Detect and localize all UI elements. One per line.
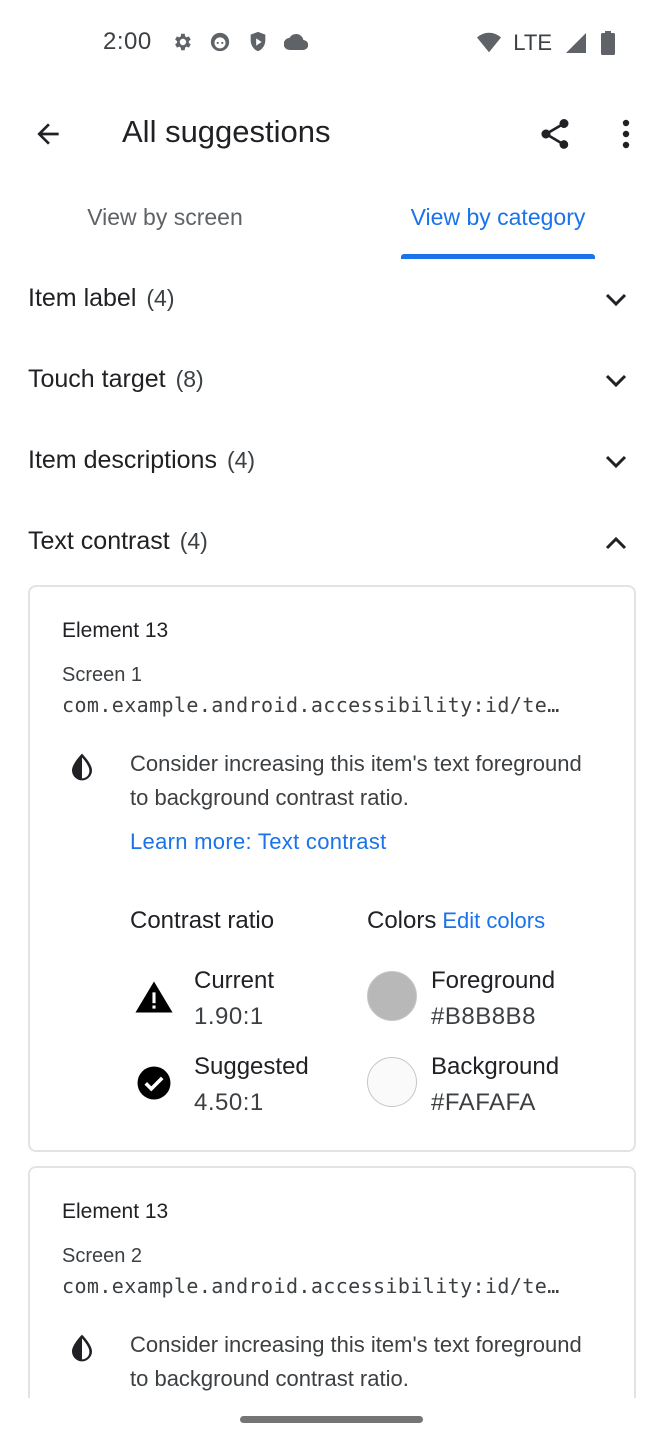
- status-bar: 2:00 LTE: [0, 0, 664, 88]
- arrow-back-icon: [37, 123, 59, 145]
- edit-colors-link[interactable]: Edit colors: [442, 908, 545, 933]
- app-bar: All suggestions: [0, 92, 664, 176]
- signal-icon: [564, 31, 588, 55]
- category-touch-target[interactable]: Touch target (8): [0, 341, 664, 421]
- card-message: Consider increasing this item's text for…: [130, 1332, 582, 1391]
- card-resource-id: com.example.android.accessibility:id/te…: [62, 1274, 560, 1298]
- status-time: 2:00: [103, 28, 152, 55]
- foreground-value: #B8B8B8: [431, 1003, 536, 1030]
- settings-icon: [170, 30, 194, 54]
- category-count: (4): [146, 285, 175, 311]
- learn-more-link[interactable]: Learn more: Text contrast: [130, 829, 387, 855]
- suggestion-card[interactable]: Element 13 Screen 2 com.example.android.…: [28, 1166, 636, 1426]
- category-text-contrast[interactable]: Text contrast (4): [0, 503, 664, 583]
- suggested-label: Suggested: [194, 1053, 309, 1080]
- overflow-menu-button[interactable]: [602, 110, 650, 158]
- network-type: LTE: [513, 30, 552, 55]
- battery-icon: [596, 31, 620, 55]
- share-icon: [541, 119, 569, 149]
- suggested-value: 4.50:1: [194, 1089, 264, 1116]
- suggestion-card[interactable]: Element 13 Screen 1 com.example.android.…: [28, 585, 636, 1152]
- cloud-icon: [284, 30, 308, 54]
- gesture-nav-handle[interactable]: [240, 1416, 423, 1423]
- category-label: Touch target (8): [28, 365, 204, 393]
- card-screen: Screen 1: [62, 664, 143, 686]
- contrast-icon: [72, 1334, 92, 1362]
- category-count: (4): [179, 528, 208, 554]
- more-vert-icon: [622, 119, 630, 149]
- category-count: (4): [226, 447, 256, 473]
- page-title: All suggestions: [122, 114, 331, 149]
- chevron-down-icon: [600, 446, 632, 478]
- contrast-icon: [72, 753, 92, 781]
- category-count: (8): [175, 366, 204, 392]
- tab-indicator: [401, 254, 595, 259]
- share-button[interactable]: [530, 110, 580, 158]
- card-title: Element 13: [62, 619, 169, 642]
- shield-icon: [246, 30, 270, 54]
- card-title: Element 13: [62, 1200, 169, 1223]
- wifi-icon: [477, 31, 502, 55]
- foreground-swatch: [367, 971, 417, 1021]
- status-icons-left: [170, 30, 308, 54]
- tab-bar: View by screen View by category: [0, 188, 664, 260]
- card-screen: Screen 2: [62, 1245, 143, 1267]
- current-value: 1.90:1: [194, 1003, 264, 1030]
- category-label: Item descriptions (4): [28, 446, 256, 474]
- category-item-label[interactable]: Item label (4): [0, 260, 664, 340]
- card-resource-id: com.example.android.accessibility:id/te…: [62, 693, 560, 717]
- current-label: Current: [194, 967, 275, 994]
- chevron-up-icon: [600, 527, 632, 559]
- chevron-down-icon: [600, 365, 632, 397]
- background-swatch: [367, 1057, 417, 1107]
- contrast-ratio-heading: Contrast ratio: [130, 907, 275, 934]
- warning-icon: [134, 977, 174, 1017]
- back-button[interactable]: [24, 110, 72, 158]
- colors-heading: Colors Edit colors: [367, 907, 546, 934]
- background-label: Background: [431, 1053, 560, 1080]
- status-icons-right: LTE: [477, 30, 620, 56]
- check-circle-icon: [134, 1063, 174, 1103]
- tab-view-by-screen[interactable]: View by screen: [40, 188, 290, 260]
- android-icon: [208, 30, 232, 54]
- chevron-down-icon: [600, 284, 632, 316]
- tab-view-by-category[interactable]: View by category: [372, 188, 624, 260]
- foreground-label: Foreground: [431, 967, 556, 994]
- category-item-descriptions[interactable]: Item descriptions (4): [0, 422, 664, 502]
- category-label: Text contrast (4): [28, 527, 208, 555]
- card-message: Consider increasing this item's text for…: [130, 751, 582, 810]
- category-label: Item label (4): [28, 284, 175, 312]
- background-value: #FAFAFA: [431, 1089, 536, 1116]
